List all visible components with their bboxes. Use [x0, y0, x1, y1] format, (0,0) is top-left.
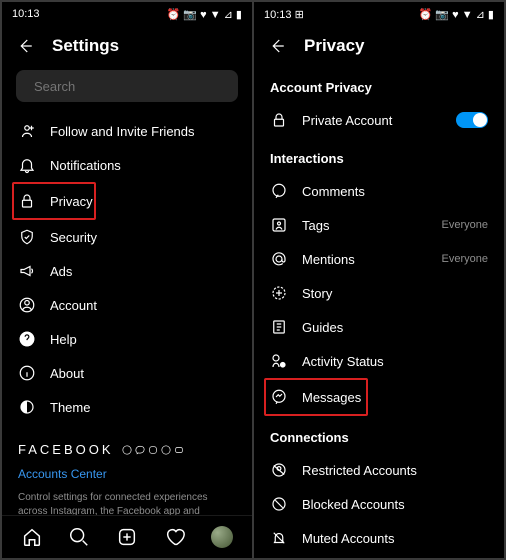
- label: Theme: [50, 400, 236, 415]
- activity-icon: [270, 352, 288, 370]
- search-bar[interactable]: [16, 70, 238, 102]
- value: Everyone: [442, 219, 488, 231]
- label: Comments: [302, 184, 488, 199]
- label: About: [50, 366, 236, 381]
- row-theme[interactable]: Theme: [16, 390, 238, 424]
- settings-content[interactable]: Follow and Invite Friends Notifications …: [2, 66, 252, 515]
- row-account[interactable]: Account: [16, 288, 238, 322]
- label: Notifications: [50, 158, 236, 173]
- row-notifications[interactable]: Notifications: [16, 148, 238, 182]
- status-icons: ⏰ 📷 ♥ ▼ ⊿ ▮: [419, 8, 494, 21]
- label: Guides: [302, 320, 488, 335]
- label: Story: [302, 286, 488, 301]
- messenger-icon: [270, 388, 288, 406]
- theme-icon: [18, 398, 36, 416]
- caption: Control settings for connected experienc…: [16, 485, 238, 515]
- label: Private Account: [302, 113, 442, 128]
- status-bar: 10:13 ⊞ ⏰ 📷 ♥ ▼ ⊿ ▮: [254, 2, 504, 26]
- comment-icon: [270, 182, 288, 200]
- account-icon: [18, 296, 36, 314]
- shield-icon: [18, 228, 36, 246]
- label: Tags: [302, 218, 428, 233]
- label: Activity Status: [302, 354, 488, 369]
- status-time: 10:13: [12, 8, 40, 20]
- status-icons: ⏰ 📷 ♥ ▼ ⊿ ▮: [167, 8, 242, 21]
- label: Blocked Accounts: [302, 497, 488, 512]
- page-title: Privacy: [304, 36, 365, 56]
- row-tags[interactable]: Tags Everyone: [268, 208, 490, 242]
- story-icon: [270, 284, 288, 302]
- row-restricted[interactable]: Restricted Accounts: [268, 453, 490, 487]
- accounts-center-link[interactable]: Accounts Center: [16, 463, 238, 485]
- row-about[interactable]: About: [16, 356, 238, 390]
- row-messages[interactable]: Messages: [264, 378, 368, 416]
- guides-icon: [270, 318, 288, 336]
- row-private-account[interactable]: Private Account: [268, 103, 490, 137]
- restricted-icon: [270, 461, 288, 479]
- row-accounts-follow[interactable]: Accounts You Follow: [268, 555, 490, 558]
- bottom-nav: [2, 515, 252, 558]
- section-connections: Connections: [268, 416, 490, 453]
- section-interactions: Interactions: [268, 137, 490, 174]
- lock-icon: [18, 192, 36, 210]
- row-security[interactable]: Security: [16, 220, 238, 254]
- label: Restricted Accounts: [302, 463, 488, 478]
- privacy-content[interactable]: Account Privacy Private Account Interact…: [254, 66, 504, 558]
- muted-icon: [270, 529, 288, 547]
- row-ads[interactable]: Ads: [16, 254, 238, 288]
- label: Help: [50, 332, 236, 347]
- privacy-screen: 10:13 ⊞ ⏰ 📷 ♥ ▼ ⊿ ▮ Privacy Account Priv…: [254, 2, 504, 558]
- label: Account: [50, 298, 236, 313]
- back-icon[interactable]: [268, 37, 286, 55]
- section-account-privacy: Account Privacy: [268, 66, 490, 103]
- row-muted[interactable]: Muted Accounts: [268, 521, 490, 555]
- settings-screen: 10:13 ⏰ 📷 ♥ ▼ ⊿ ▮ Settings Follow and In…: [2, 2, 252, 558]
- search-input[interactable]: [34, 79, 228, 94]
- activity-icon[interactable]: [164, 526, 186, 548]
- status-time: 10:13 ⊞: [264, 8, 304, 21]
- page-title: Settings: [52, 36, 119, 56]
- label: Security: [50, 230, 236, 245]
- label: Privacy: [50, 194, 93, 209]
- row-mentions[interactable]: Mentions Everyone: [268, 242, 490, 276]
- mention-icon: [270, 250, 288, 268]
- lock-icon: [270, 111, 288, 129]
- row-comments[interactable]: Comments: [268, 174, 490, 208]
- bell-icon: [18, 156, 36, 174]
- search-nav-icon[interactable]: [68, 526, 90, 548]
- label: Ads: [50, 264, 236, 279]
- row-guides[interactable]: Guides: [268, 310, 490, 344]
- private-account-toggle[interactable]: [456, 112, 488, 128]
- label: Muted Accounts: [302, 531, 488, 546]
- new-post-icon[interactable]: [116, 526, 138, 548]
- add-person-icon: [18, 122, 36, 140]
- label: Follow and Invite Friends: [50, 124, 236, 139]
- row-story[interactable]: Story: [268, 276, 490, 310]
- row-activity-status[interactable]: Activity Status: [268, 344, 490, 378]
- row-help[interactable]: Help: [16, 322, 238, 356]
- facebook-heading: FACEBOOK: [16, 424, 238, 463]
- row-follow-invite[interactable]: Follow and Invite Friends: [16, 114, 238, 148]
- label: Messages: [302, 390, 364, 405]
- blocked-icon: [270, 495, 288, 513]
- facebook-product-icons: [122, 445, 184, 455]
- header: Settings: [2, 26, 252, 66]
- info-icon: [18, 364, 36, 382]
- label: Mentions: [302, 252, 428, 267]
- help-icon: [18, 330, 36, 348]
- profile-avatar[interactable]: [211, 526, 233, 548]
- header: Privacy: [254, 26, 504, 66]
- home-icon[interactable]: [21, 526, 43, 548]
- status-bar: 10:13 ⏰ 📷 ♥ ▼ ⊿ ▮: [2, 2, 252, 26]
- megaphone-icon: [18, 262, 36, 280]
- back-icon[interactable]: [16, 37, 34, 55]
- tag-icon: [270, 216, 288, 234]
- row-blocked[interactable]: Blocked Accounts: [268, 487, 490, 521]
- value: Everyone: [442, 253, 488, 265]
- row-privacy[interactable]: Privacy: [12, 182, 96, 220]
